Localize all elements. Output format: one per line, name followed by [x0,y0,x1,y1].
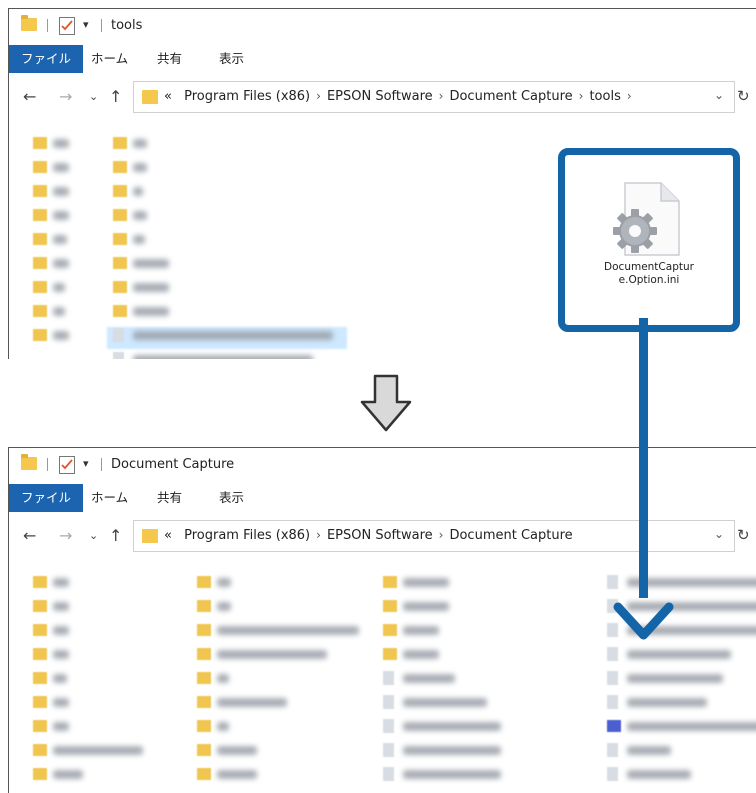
up-arrow-icon[interactable]: ↑ [109,526,122,545]
address-bar-row: ← → ⌄ ↑ « Program Files (x86) › EPSON Soft… [9,81,756,113]
breadcrumb-overflow[interactable]: « [164,528,172,543]
back-arrow-icon[interactable]: ← [23,87,36,106]
address-dropdown-icon[interactable]: ⌄ [714,527,724,541]
chevron-right-icon[interactable]: › [439,89,444,103]
divider [101,458,102,471]
window-title: tools [111,18,143,33]
folder-icon [113,257,127,269]
connector-line [639,318,648,598]
folder-icon [113,137,127,149]
folder-icon [33,305,47,317]
breadcrumb-epson-software[interactable]: EPSON Software [327,89,433,104]
back-arrow-icon[interactable]: ← [23,526,36,545]
chevron-down-icon[interactable]: ⌄ [89,90,98,103]
quick-access-dropdown-icon[interactable]: ▾ [83,457,89,470]
breadcrumb: « Program Files (x86) › EPSON Software › Doc… [164,528,573,543]
folder-icon [33,233,47,245]
folder-icon [113,185,127,197]
window-title: Document Capture [111,457,235,472]
chevron-down-icon[interactable]: ⌄ [89,529,98,542]
folder-icon [33,137,47,149]
folder-icon [33,209,47,221]
folder-icon [21,15,37,31]
address-dropdown-icon[interactable]: ⌄ [714,88,724,102]
file-name-label: DocumentCaptur e.Option.ini [604,261,694,286]
forward-arrow-icon[interactable]: → [59,87,72,106]
title-bar: ▾ tools [9,9,756,43]
arrowhead-icon [613,602,674,640]
folder-icon [33,281,47,293]
breadcrumb-program-files[interactable]: Program Files (x86) [184,528,310,543]
quick-access-dropdown-icon[interactable]: ▾ [83,18,89,31]
folder-icon [142,90,158,104]
tab-home[interactable]: ホーム [79,484,140,512]
folder-icon [33,257,47,269]
properties-icon[interactable] [59,17,75,35]
ribbon-tabs: ファイル ホーム 共有 表示 [9,45,756,73]
properties-icon[interactable] [59,456,75,474]
chevron-right-icon[interactable]: › [439,528,444,542]
tab-home[interactable]: ホーム [79,45,140,73]
tab-view[interactable]: 表示 [207,484,256,512]
breadcrumb-document-capture[interactable]: Document Capture [449,89,572,104]
folder-icon [142,529,158,543]
breadcrumb: « Program Files (x86) › EPSON Software › Doc… [164,89,638,104]
breadcrumb-program-files[interactable]: Program Files (x86) [184,89,310,104]
breadcrumb-overflow[interactable]: « [164,89,172,104]
folder-icon [21,454,37,470]
refresh-icon[interactable]: ↻ [737,87,750,105]
folder-icon [33,161,47,173]
chevron-right-icon[interactable]: › [316,89,321,103]
refresh-icon[interactable]: ↻ [737,526,750,544]
settings-file-icon [611,179,687,263]
tab-share[interactable]: 共有 [145,45,194,73]
divider [101,19,102,32]
forward-arrow-icon[interactable]: → [59,526,72,545]
tab-file[interactable]: ファイル [9,45,84,73]
breadcrumb-tools[interactable]: tools [589,89,620,104]
folder-icon [33,185,47,197]
folder-icon [113,209,127,221]
divider [47,458,48,471]
tab-file[interactable]: ファイル [9,484,84,512]
folder-icon [33,329,47,341]
breadcrumb-epson-software[interactable]: EPSON Software [327,528,433,543]
chevron-right-icon[interactable]: › [579,89,584,103]
folder-icon [113,233,127,245]
file-icon [113,352,124,359]
divider [47,19,48,32]
up-arrow-icon[interactable]: ↑ [109,87,122,106]
highlight-callout: DocumentCaptur e.Option.ini [558,148,740,332]
tab-share[interactable]: 共有 [145,484,194,512]
folder-icon [113,281,127,293]
settings-file-icon [113,328,124,342]
breadcrumb-document-capture[interactable]: Document Capture [449,528,572,543]
down-arrow-icon [360,374,412,432]
folder-icon [113,305,127,317]
chevron-right-icon[interactable]: › [627,89,632,103]
folder-icon [113,161,127,173]
chevron-right-icon[interactable]: › [316,528,321,542]
tab-view[interactable]: 表示 [207,45,256,73]
address-box[interactable]: « Program Files (x86) › EPSON Software › Doc… [133,81,735,113]
